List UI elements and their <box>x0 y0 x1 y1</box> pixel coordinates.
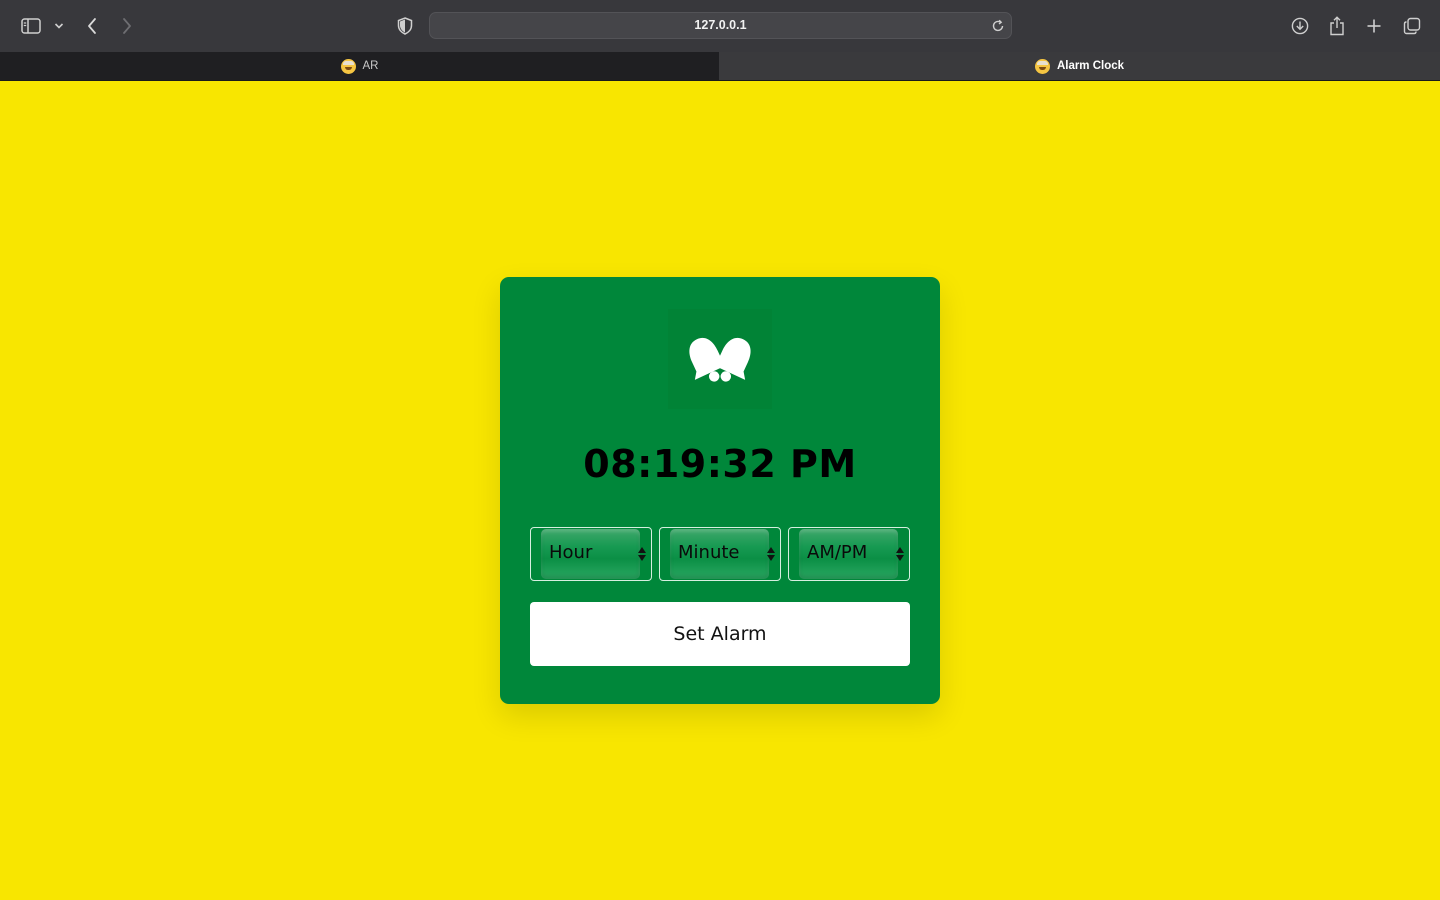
minute-select[interactable]: Minute <box>659 527 781 581</box>
select-arrows-icon <box>767 547 775 561</box>
tab-alarm-clock[interactable]: Alarm Clock <box>719 52 1440 80</box>
shield-icon[interactable] <box>396 14 414 38</box>
current-time: 08:19:32 PM <box>583 442 857 486</box>
sidebar-toggle-icon[interactable] <box>20 14 42 38</box>
minute-select-label: Minute <box>678 542 740 563</box>
tab-ar[interactable]: AR <box>0 52 719 80</box>
back-icon[interactable] <box>84 14 100 38</box>
forward-icon[interactable] <box>119 14 135 38</box>
new-tab-icon[interactable] <box>1365 14 1383 38</box>
set-alarm-button[interactable]: Set Alarm <box>530 602 910 666</box>
select-arrows-icon <box>896 547 904 561</box>
tab-overview-icon[interactable] <box>1402 14 1422 38</box>
tab-label: AR <box>362 60 379 72</box>
hour-select-label: Hour <box>549 542 593 563</box>
select-arrows-icon <box>638 547 646 561</box>
browser-toolbar: 127.0.0.1 <box>0 0 1440 52</box>
ampm-select-label: AM/PM <box>807 542 868 563</box>
favicon-icon <box>1034 58 1050 74</box>
hour-select[interactable]: Hour <box>530 527 652 581</box>
alarm-card: 08:19:32 PM Hour Minute AM/PM Set Alarm <box>500 277 940 704</box>
address-bar[interactable]: 127.0.0.1 <box>429 12 1012 39</box>
tab-bar: AR Alarm Clock <box>0 52 1440 81</box>
chevron-down-icon[interactable] <box>53 14 65 38</box>
ampm-select[interactable]: AM/PM <box>788 527 910 581</box>
download-icon[interactable] <box>1290 14 1310 38</box>
tab-label: Alarm Clock <box>1056 60 1125 72</box>
bells-icon <box>668 309 772 409</box>
reload-icon[interactable] <box>991 18 1005 37</box>
share-icon[interactable] <box>1328 14 1346 38</box>
favicon-icon <box>340 58 356 74</box>
url-text: 127.0.0.1 <box>694 18 747 32</box>
